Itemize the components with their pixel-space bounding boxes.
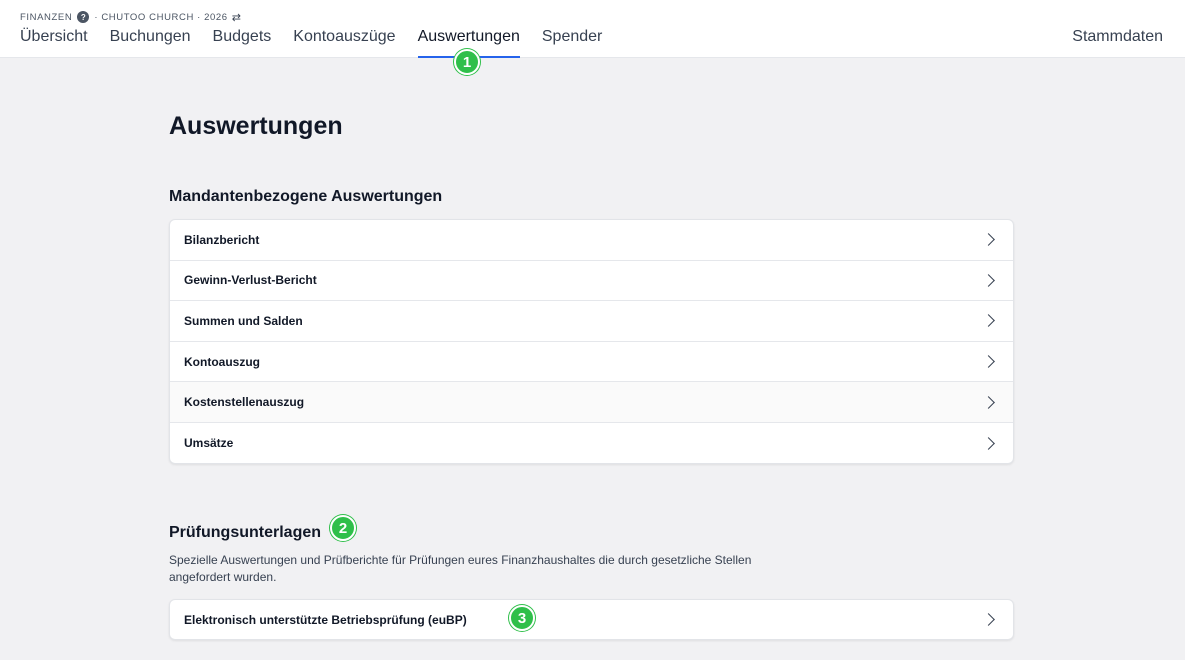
chevron-right-icon xyxy=(982,395,995,409)
list-item-label: Bilanzbericht xyxy=(184,232,260,247)
list-item-label: Gewinn-Verlust-Bericht xyxy=(184,273,317,288)
list-item-kostenstellenauszug[interactable]: Kostenstellenauszug xyxy=(170,382,1013,423)
tab-kontoauszuege[interactable]: Kontoauszüge xyxy=(293,26,395,58)
annotation-badge-1: 1 xyxy=(454,49,480,75)
list-item-kontoauszug[interactable]: Kontoauszug xyxy=(170,342,1013,383)
chevron-right-icon xyxy=(982,233,995,247)
section-title-mandant: Mandantenbezogene Auswertungen xyxy=(169,188,443,205)
main-tabs: Übersicht Buchungen Budgets Kontoauszüge… xyxy=(20,26,624,58)
tab-spender[interactable]: Spender xyxy=(542,26,603,58)
list-item-label: Elektronisch unterstützte Betriebsprüfun… xyxy=(184,612,467,627)
tab-budgets[interactable]: Budgets xyxy=(213,26,272,58)
help-icon[interactable]: ? xyxy=(77,11,90,23)
page-title: Auswertungen xyxy=(169,112,343,140)
section-title-pruefung: Prüfungsunterlagen xyxy=(169,524,322,541)
breadcrumb: FINANZEN ? · CHUTOO CHURCH · 2026 ⇄ xyxy=(20,10,241,24)
list-item-eubp[interactable]: Elektronisch unterstützte Betriebsprüfun… xyxy=(170,600,1013,639)
chevron-right-icon xyxy=(982,314,995,328)
section-description-pruefung: Spezielle Auswertungen und Prüfberichte … xyxy=(169,553,752,584)
list-item-label: Kontoauszug xyxy=(184,354,260,369)
list-item-label: Summen und Salden xyxy=(184,313,303,328)
list-item-summen-salden[interactable]: Summen und Salden xyxy=(170,301,1013,342)
top-navigation-bar: FINANZEN ? · CHUTOO CHURCH · 2026 ⇄ Über… xyxy=(0,0,1185,58)
breadcrumb-app[interactable]: FINANZEN xyxy=(20,12,72,23)
chevron-right-icon xyxy=(982,613,995,626)
stammdaten-link[interactable]: Stammdaten xyxy=(1072,26,1163,48)
chevron-right-icon xyxy=(982,274,995,287)
list-item-label: Kostenstellenauszug xyxy=(184,395,305,410)
list-item-label: Umsätze xyxy=(184,436,234,451)
annotation-badge-3: 3 xyxy=(509,605,535,631)
chevron-right-icon xyxy=(982,355,995,368)
list-item-bilanzbericht[interactable]: Bilanzbericht xyxy=(170,220,1013,261)
report-list-mandant: Bilanzbericht Gewinn-Verlust-Bericht Sum… xyxy=(169,219,1014,464)
swap-icon[interactable]: ⇄ xyxy=(232,11,241,24)
tab-uebersicht[interactable]: Übersicht xyxy=(20,26,88,58)
list-item-gewinn-verlust[interactable]: Gewinn-Verlust-Bericht xyxy=(170,261,1013,302)
chevron-right-icon xyxy=(982,436,995,450)
report-list-pruefung: Elektronisch unterstützte Betriebsprüfun… xyxy=(169,599,1014,640)
list-item-umsaetze[interactable]: Umsätze xyxy=(170,423,1013,463)
tab-buchungen[interactable]: Buchungen xyxy=(110,26,191,58)
breadcrumb-context[interactable]: · CHUTOO CHURCH · 2026 xyxy=(94,12,227,23)
annotation-badge-2: 2 xyxy=(330,515,356,541)
